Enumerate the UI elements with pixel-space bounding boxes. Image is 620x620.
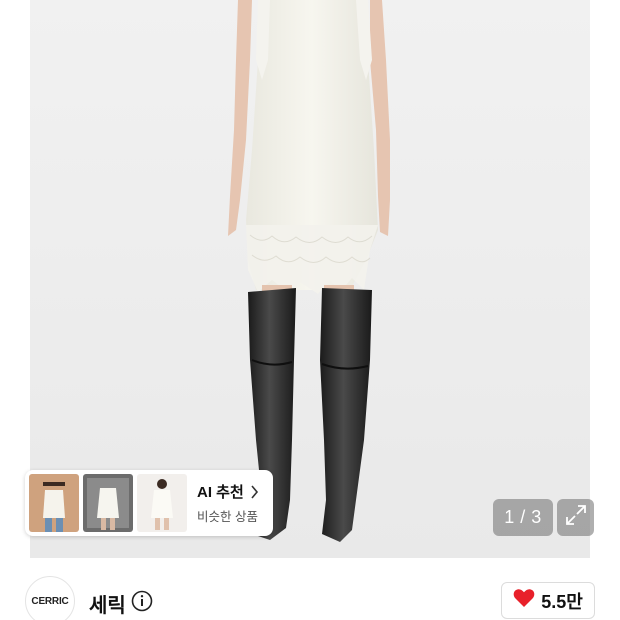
chevron-right-icon xyxy=(250,484,259,499)
like-count: 5.5만 xyxy=(541,591,583,612)
heart-icon xyxy=(513,588,535,613)
brand-logo[interactable]: CERRIC xyxy=(25,576,75,620)
recommend-thumbnail[interactable] xyxy=(83,474,133,532)
like-button[interactable]: 5.5만 xyxy=(501,582,595,619)
brand-name[interactable]: 세릭 xyxy=(89,589,126,618)
image-counter: 1 / 3 xyxy=(493,499,553,536)
recommend-thumbnail[interactable] xyxy=(29,474,79,532)
ai-recommend-text: AI 추천 비슷한 상품 xyxy=(197,481,259,525)
ai-recommend-card[interactable]: AI 추천 비슷한 상품 xyxy=(25,470,273,536)
ai-recommend-title: AI 추천 xyxy=(197,484,244,501)
expand-button[interactable] xyxy=(557,499,594,536)
recommend-thumbnail[interactable] xyxy=(137,474,187,532)
product-image[interactable]: AI 추천 비슷한 상품 1 / 3 xyxy=(0,0,620,558)
ai-recommend-subtitle: 비슷한 상품 xyxy=(197,510,258,524)
expand-icon xyxy=(565,504,587,531)
info-icon[interactable] xyxy=(131,590,153,617)
